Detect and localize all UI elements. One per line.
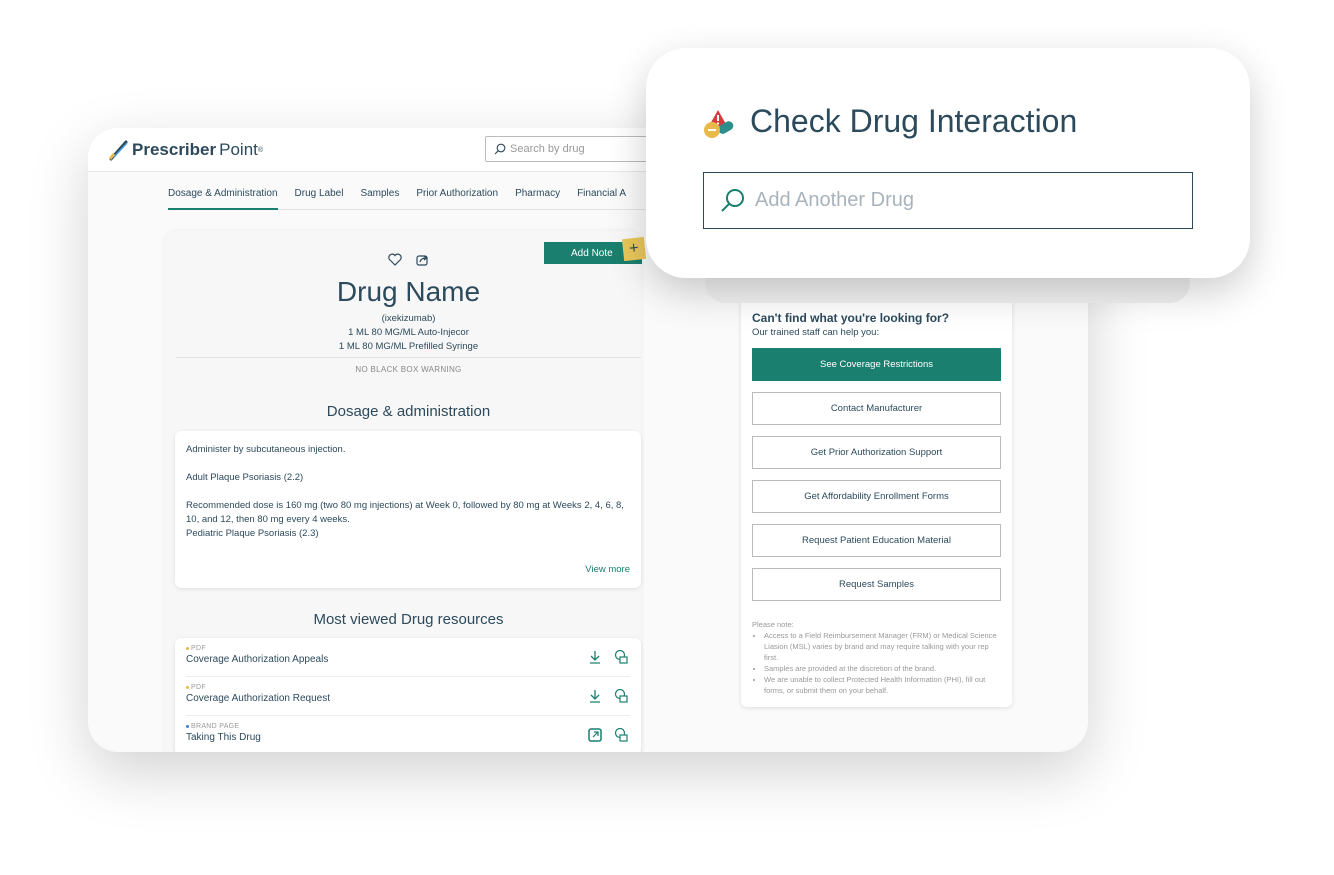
- tab-drug-label[interactable]: Drug Label: [295, 188, 344, 199]
- tab-samples[interactable]: Samples: [360, 188, 399, 199]
- help-note: Please note: Access to a Field Reimburse…: [752, 619, 1001, 696]
- drug-actions: [176, 253, 641, 271]
- resource-name: Taking This Drug: [186, 732, 261, 743]
- see-coverage-restrictions-button[interactable]: See Coverage Restrictions: [752, 348, 1001, 381]
- help-subtitle: Our trained staff can help you:: [752, 327, 880, 338]
- note-item: Samples are provided at the discretion o…: [764, 663, 1001, 674]
- type-dot: [186, 685, 189, 689]
- tab-prior-authorization[interactable]: Prior Authorization: [416, 188, 498, 199]
- dosage-line: Recommended dose is 160 mg (two 80 mg in…: [186, 500, 624, 525]
- download-icon[interactable]: [588, 650, 602, 664]
- resources-list: PDF Coverage Authorization Appeals PDF C…: [175, 638, 641, 752]
- send-message-icon[interactable]: [614, 728, 628, 742]
- logo-light: Point: [219, 140, 258, 159]
- prior-authorization-support-button[interactable]: Get Prior Authorization Support: [752, 436, 1001, 469]
- drug-details: (ixekizumab) 1 ML 80 MG/ML Auto-Injecor …: [176, 312, 641, 354]
- list-item[interactable]: PDF Coverage Authorization Request: [186, 677, 630, 716]
- resource-type: PDF: [191, 684, 206, 691]
- type-dot: [186, 646, 189, 650]
- tab-dosage[interactable]: Dosage & Administration: [168, 188, 278, 210]
- note-item: We are unable to collect Protected Healt…: [764, 674, 1001, 696]
- dosage-box: Administer by subcutaneous injection. Ad…: [175, 431, 641, 588]
- resources-heading: Most viewed Drug resources: [313, 611, 504, 628]
- heart-icon[interactable]: [388, 253, 402, 266]
- divider: [176, 357, 641, 358]
- resource-name: Coverage Authorization Appeals: [186, 654, 329, 665]
- search-icon: [721, 189, 744, 212]
- tab-financial[interactable]: Financial A: [577, 188, 626, 199]
- tab-bar: Dosage & Administration Drug Label Sampl…: [168, 188, 648, 210]
- logo-mark: ®: [257, 146, 264, 154]
- popup-title: Check Drug Interaction: [750, 103, 1078, 139]
- external-link-icon[interactable]: [588, 728, 602, 742]
- help-panel: Can't find what you're looking for? Our …: [741, 297, 1012, 707]
- send-message-icon[interactable]: [614, 689, 628, 703]
- note-title: Please note:: [752, 620, 794, 629]
- tab-pharmacy[interactable]: Pharmacy: [515, 188, 560, 199]
- logo-bold: Prescriber: [132, 140, 217, 159]
- drug-form: 1 ML 80 MG/ML Prefilled Syringe: [338, 341, 479, 352]
- logo[interactable]: Prescriber Point ®: [108, 139, 263, 161]
- dosage-line: Adult Plaque Psoriasis (2.2): [186, 472, 304, 483]
- type-dot: [186, 724, 189, 728]
- resource-name: Coverage Authorization Request: [186, 693, 330, 704]
- view-more-link[interactable]: View more: [585, 563, 630, 577]
- list-item[interactable]: BRAND PAGE Taking This Drug: [186, 716, 630, 752]
- dosage-heading: Dosage & administration: [326, 403, 491, 420]
- note-item: Access to a Field Reimbursement Manager …: [764, 630, 1001, 663]
- search-placeholder: Search by drug: [510, 143, 585, 155]
- search-icon: [494, 143, 506, 155]
- drug-interaction-popup: Check Drug Interaction Add Another Drug: [646, 48, 1250, 278]
- dosage-line: Administer by subcutaneous injection.: [186, 444, 346, 455]
- share-icon[interactable]: [416, 253, 429, 266]
- help-title: Can't find what you're looking for?: [752, 311, 950, 325]
- download-icon[interactable]: [588, 689, 602, 703]
- drug-form: 1 ML 80 MG/ML Auto-Injecor: [348, 327, 469, 338]
- add-drug-placeholder: Add Another Drug: [755, 189, 914, 211]
- black-box-warning: NO BLACK BOX WARNING: [355, 365, 462, 374]
- pills-warning-icon: [704, 110, 734, 138]
- affordability-forms-button[interactable]: Get Affordability Enrollment Forms: [752, 480, 1001, 513]
- patient-education-button[interactable]: Request Patient Education Material: [752, 524, 1001, 557]
- dosage-line: Pediatric Plaque Psoriasis (2.3): [186, 528, 319, 539]
- generic-name: (ixekizumab): [381, 313, 436, 324]
- add-drug-input[interactable]: Add Another Drug: [703, 172, 1193, 229]
- request-samples-button[interactable]: Request Samples: [752, 568, 1001, 601]
- pen-logo-icon: [108, 140, 128, 161]
- drug-name: Drug Name: [336, 276, 481, 307]
- send-message-icon[interactable]: [614, 650, 628, 664]
- resource-type: PDF: [191, 645, 206, 652]
- list-item[interactable]: PDF Coverage Authorization Appeals: [186, 638, 630, 677]
- resource-type: BRAND PAGE: [191, 723, 240, 730]
- contact-manufacturer-button[interactable]: Contact Manufacturer: [752, 392, 1001, 425]
